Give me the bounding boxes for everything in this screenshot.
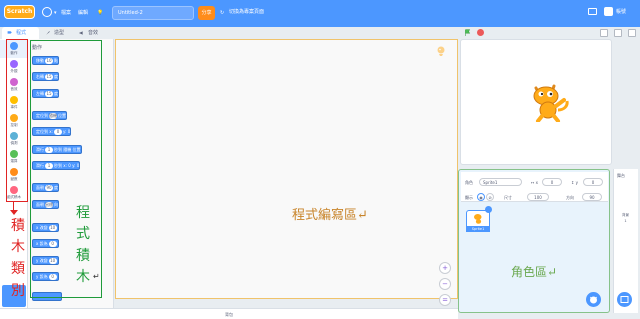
chevron-down-icon[interactable]: ▾	[54, 8, 57, 18]
x-arrows-icon: ↔ x	[531, 180, 538, 185]
annotation-palette-char: 程	[76, 205, 90, 221]
tab-code-label: 程式	[16, 30, 27, 36]
annotation-category-char: 積	[11, 218, 25, 234]
annotation-palette-char: 木	[76, 269, 90, 285]
lightbulb-icon[interactable]: 💡	[97, 8, 103, 18]
scratch-editor: Scratch ▾ 檔案 編輯 💡 教程 Untitled-2 分享 ↻ 切換為…	[0, 0, 640, 319]
cat-thumbnail-icon	[474, 214, 482, 224]
folder-icon[interactable]	[588, 8, 597, 15]
annotation-category-char: 木	[11, 239, 25, 255]
scratch-logo[interactable]: Scratch	[4, 5, 35, 19]
arrow-down-icon	[10, 210, 18, 215]
script-area[interactable]	[115, 39, 458, 299]
paragraph-mark: ↵	[93, 272, 100, 281]
annotation-category-char: 別	[11, 283, 25, 299]
y-arrows-icon: ↕ y	[571, 180, 578, 185]
speaker-icon	[79, 31, 83, 35]
sprite-thumbnail-name: Sprite1	[466, 226, 490, 232]
annotation-palette-char: 式	[76, 226, 90, 242]
size-label: 尺寸	[504, 195, 512, 200]
small-stage-button[interactable]	[600, 29, 608, 37]
show-label: 顯示	[465, 195, 473, 200]
tab-costumes-label: 造型	[54, 30, 65, 36]
menu-file[interactable]: 檔案	[61, 8, 71, 18]
image-add-icon	[620, 296, 629, 303]
add-backdrop-button[interactable]	[617, 292, 632, 307]
palette-highlight-box	[30, 40, 102, 298]
annotation-category-char: 類	[11, 261, 25, 277]
menu-edit[interactable]: 編輯	[78, 8, 88, 18]
sprite-name-label: 角色	[465, 180, 473, 185]
zoom-reset-button[interactable]: =	[439, 294, 451, 306]
sprite-name-input[interactable]: Sprite1	[479, 178, 522, 186]
see-project-page-icon[interactable]: ↻	[220, 8, 224, 18]
see-project-page-button[interactable]: 切換為專案頁面	[229, 8, 264, 15]
zoom-out-button[interactable]: −	[439, 278, 451, 290]
code-icon	[7, 31, 12, 34]
stage-pane-title: 舞台	[617, 173, 625, 178]
annotation-sprite-area: 角色區↵	[511, 265, 558, 279]
sprite-indicator-icon	[437, 46, 445, 56]
language-globe-icon[interactable]	[42, 7, 52, 17]
tab-code[interactable]: 程式	[2, 27, 39, 39]
category-highlight-box	[6, 39, 28, 202]
avatar[interactable]	[604, 7, 613, 16]
annotation-palette-char: 積	[76, 248, 90, 264]
project-title-input[interactable]: Untitled-2	[112, 6, 194, 20]
large-stage-button[interactable]	[614, 29, 622, 37]
backpack-bar[interactable]: 背包	[0, 308, 458, 319]
delete-sprite-icon[interactable]	[485, 206, 492, 213]
brush-icon	[46, 31, 50, 35]
tab-costumes[interactable]: 造型	[40, 27, 74, 39]
show-visible-toggle[interactable]: ◉	[477, 193, 485, 201]
add-sprite-button[interactable]	[586, 292, 601, 307]
cat-add-icon	[590, 296, 597, 304]
direction-input[interactable]: 90	[582, 193, 602, 201]
direction-label: 方向	[566, 195, 574, 200]
tab-sounds-label: 音效	[88, 30, 99, 36]
zoom-in-button[interactable]: +	[439, 262, 451, 274]
scratch-cat-sprite[interactable]	[528, 82, 570, 122]
green-flag-icon[interactable]	[464, 29, 471, 36]
annotation-script-area: 程式編寫區↵	[292, 208, 368, 223]
sprite-x-input[interactable]: 0	[542, 178, 562, 186]
fullscreen-button[interactable]	[628, 29, 636, 37]
tab-sounds[interactable]: 音效	[74, 27, 110, 39]
share-button[interactable]: 分享	[198, 6, 215, 20]
sprite-y-input[interactable]: 0	[583, 178, 603, 186]
backdrops-count: 1	[624, 219, 627, 223]
hide-toggle[interactable]: ⊘	[486, 193, 494, 201]
account-menu[interactable]: 帳號	[616, 8, 626, 15]
editor-tabs: 程式 造型 音效	[0, 27, 115, 39]
size-input[interactable]: 100	[527, 193, 549, 201]
backdrops-label: 背景	[622, 213, 629, 217]
menu-bar: Scratch ▾ 檔案 編輯 💡 教程 Untitled-2 分享 ↻ 切換為…	[0, 0, 640, 27]
stop-icon[interactable]	[477, 29, 484, 36]
